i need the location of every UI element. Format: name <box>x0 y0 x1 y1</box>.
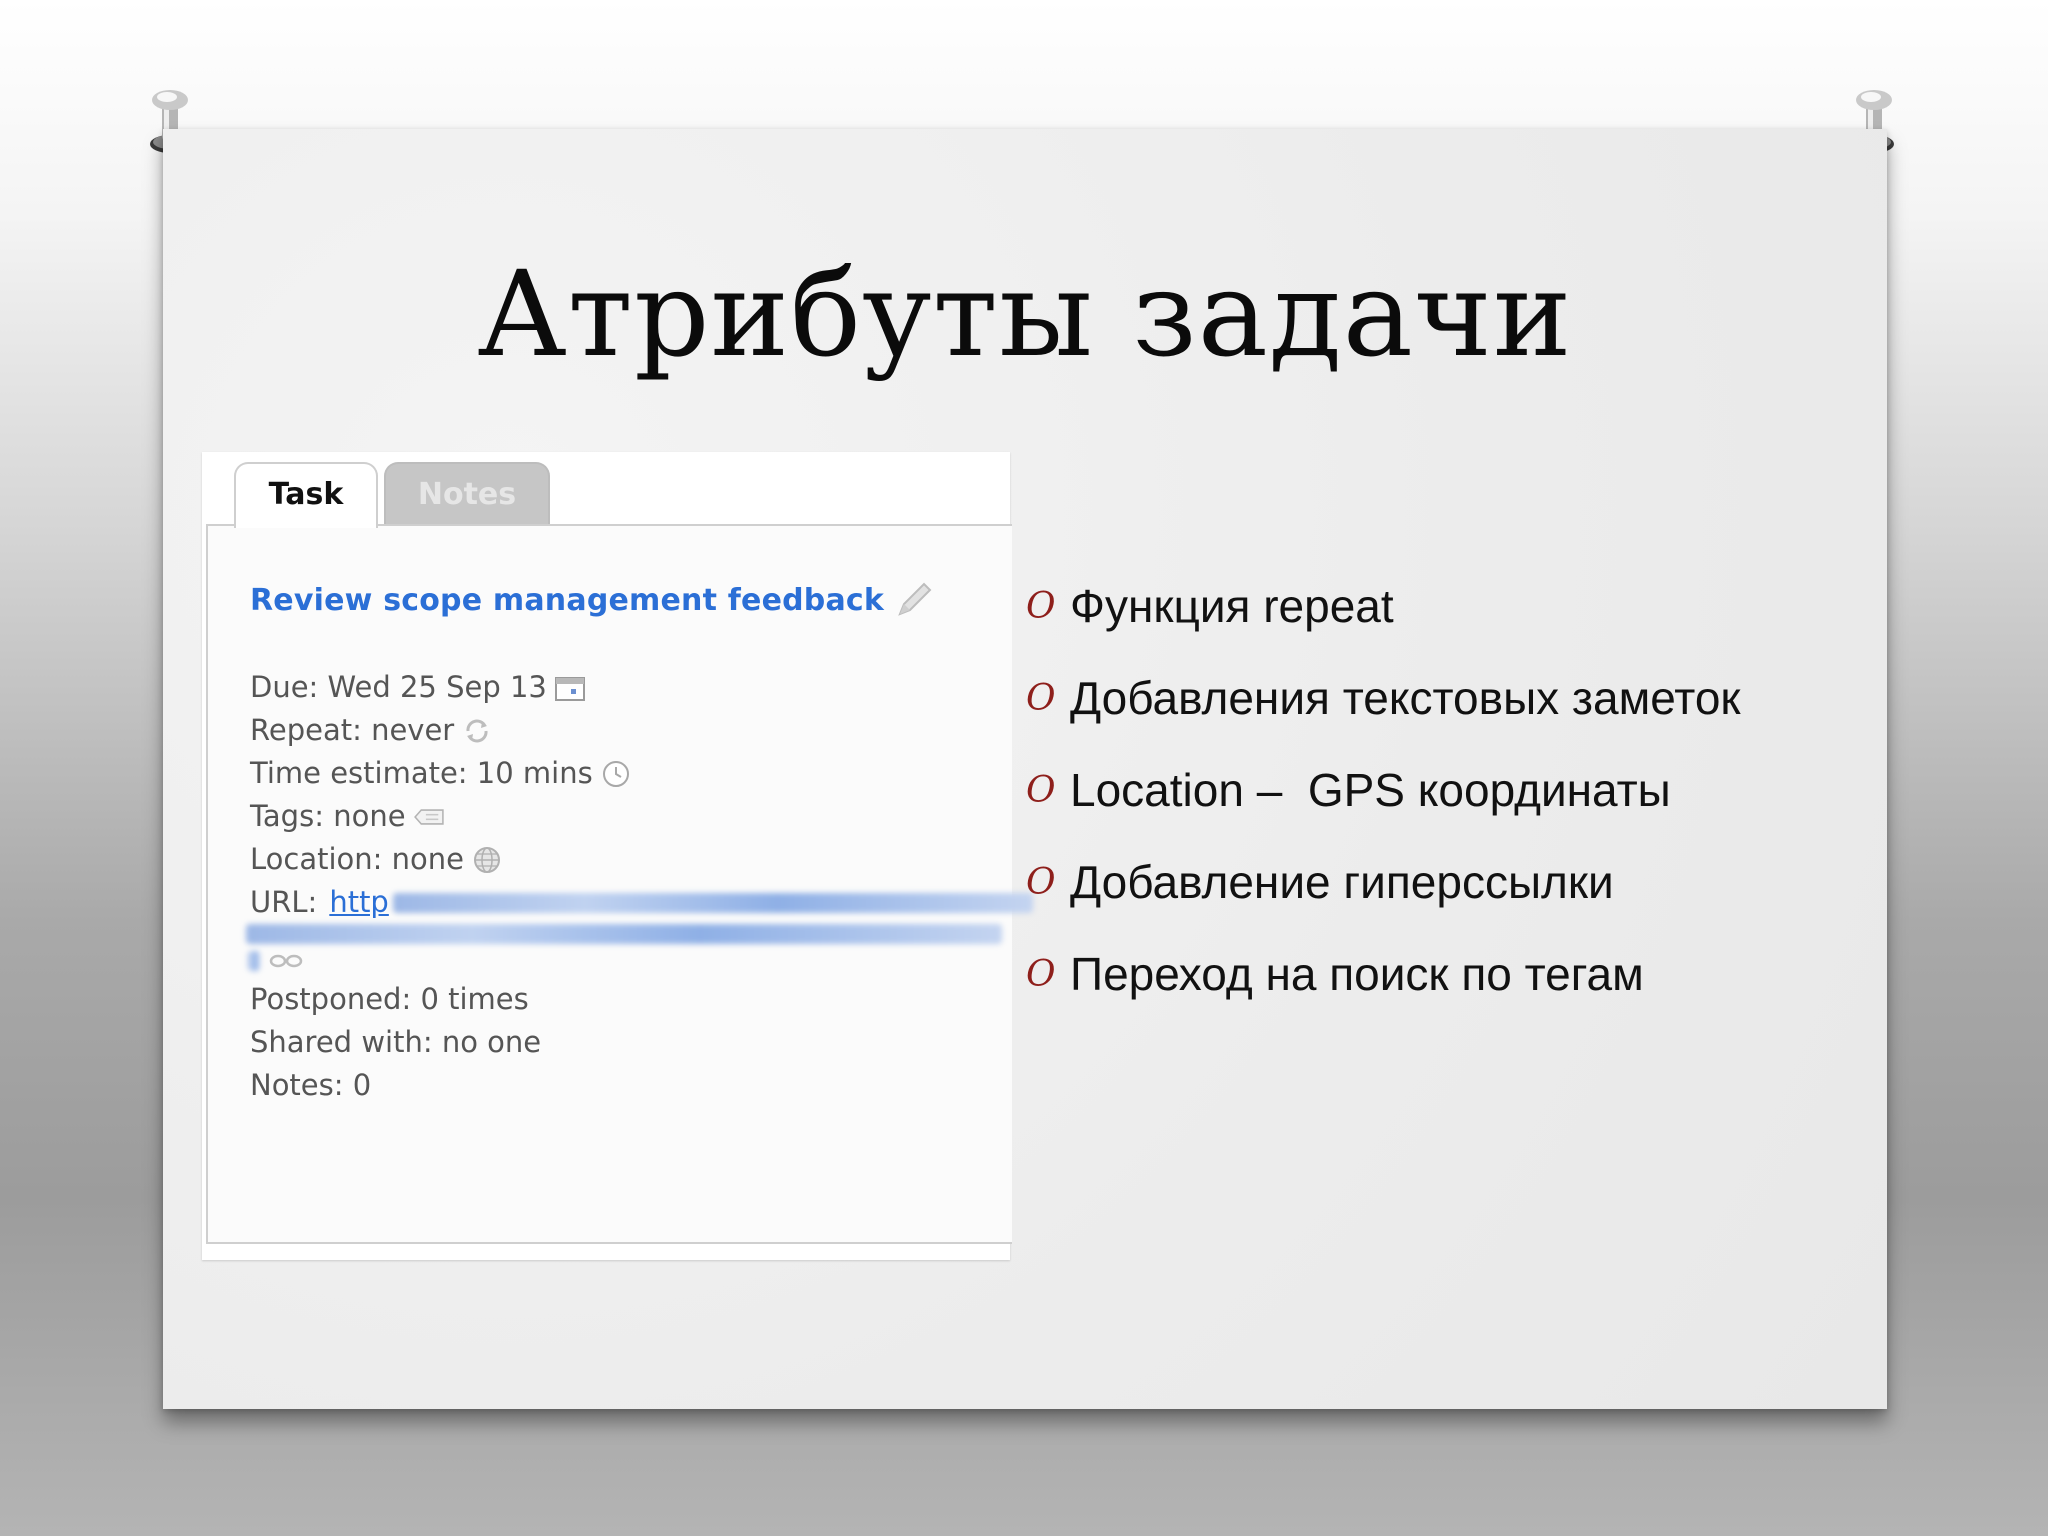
attr-repeat-text: Repeat: never <box>250 713 455 747</box>
attr-notes: Notes: 0 <box>250 1064 1033 1107</box>
bullet-marker-icon: O <box>1026 769 1056 811</box>
attr-shared-with: Shared with: no one <box>250 1021 1033 1064</box>
tab-task[interactable]: Task <box>234 462 378 528</box>
attr-notes-text: Notes: 0 <box>250 1068 372 1102</box>
attr-due: Due: Wed 25 Sep 13 <box>250 666 1033 709</box>
attr-url: URL: http <box>250 881 1033 924</box>
url-link-blurred-3[interactable] <box>248 951 260 971</box>
bullet-list: O Функция repeat O Добавления текстовых … <box>1026 560 1741 1020</box>
bullet-item: O Добавление гиперссылки <box>1026 836 1741 928</box>
clock-icon[interactable] <box>599 757 633 791</box>
bullet-item: O Location – GPS координаты <box>1026 744 1741 836</box>
attr-tags-text: Tags: none <box>250 799 406 833</box>
globe-icon[interactable] <box>470 843 504 877</box>
bullet-item: O Добавления текстовых заметок <box>1026 652 1741 744</box>
pencil-icon[interactable] <box>892 578 936 622</box>
bullet-marker-icon: O <box>1026 585 1056 627</box>
bullet-text: Добавления текстовых заметок <box>1070 672 1741 724</box>
task-title[interactable]: Review scope management feedback <box>250 583 884 618</box>
bullet-text: Добавление гиперссылки <box>1070 856 1614 908</box>
repeat-icon[interactable] <box>460 714 494 748</box>
attr-postponed-text: Postponed: 0 times <box>250 982 529 1016</box>
task-title-row: Review scope management feedback <box>250 578 936 622</box>
attr-time-estimate-text: Time estimate: 10 mins <box>250 756 593 790</box>
attr-url-label: URL: <box>250 885 318 919</box>
calendar-icon[interactable] <box>553 671 587 705</box>
tag-icon[interactable] <box>412 800 446 834</box>
attr-postponed: Postponed: 0 times <box>250 978 1033 1021</box>
bullet-marker-icon: O <box>1026 677 1056 719</box>
attr-due-text: Due: Wed 25 Sep 13 <box>250 670 547 704</box>
bullet-marker-icon: O <box>1026 953 1056 995</box>
bullet-item: O Функция repeat <box>1026 560 1741 652</box>
url-link-start[interactable]: http <box>329 881 389 924</box>
task-panel: Review scope management feedback Due: We… <box>206 524 1033 1244</box>
task-attributes: Due: Wed 25 Sep 13 Repeat: never Time es… <box>246 666 1033 1107</box>
url-link-blurred-1[interactable] <box>392 892 1033 913</box>
attr-location: Location: none <box>250 838 1033 881</box>
tab-notes[interactable]: Notes <box>384 462 550 526</box>
attr-time-estimate: Time estimate: 10 mins <box>250 752 1033 795</box>
slide-title: Атрибуты задачи <box>477 245 1573 383</box>
bullet-text: Функция repeat <box>1070 580 1394 632</box>
bullet-text: Переход на поиск по тегам <box>1070 948 1644 1000</box>
url-link-blurred-2[interactable] <box>246 924 1002 944</box>
attr-tags: Tags: none <box>250 795 1033 838</box>
bullet-marker-icon: O <box>1026 861 1056 903</box>
attr-location-text: Location: none <box>250 842 464 876</box>
attr-repeat: Repeat: never <box>250 709 1033 752</box>
attr-url-end <box>248 944 1033 978</box>
bullet-item: O Переход на поиск по тегам <box>1026 928 1741 1020</box>
attr-shared-with-text: Shared with: no one <box>250 1025 542 1059</box>
link-icon[interactable] <box>266 944 306 978</box>
task-screenshot: Task Notes Review scope management feedb… <box>202 452 1033 1260</box>
bullet-text: Location – GPS координаты <box>1070 764 1671 816</box>
attr-url-cont <box>246 924 1033 944</box>
